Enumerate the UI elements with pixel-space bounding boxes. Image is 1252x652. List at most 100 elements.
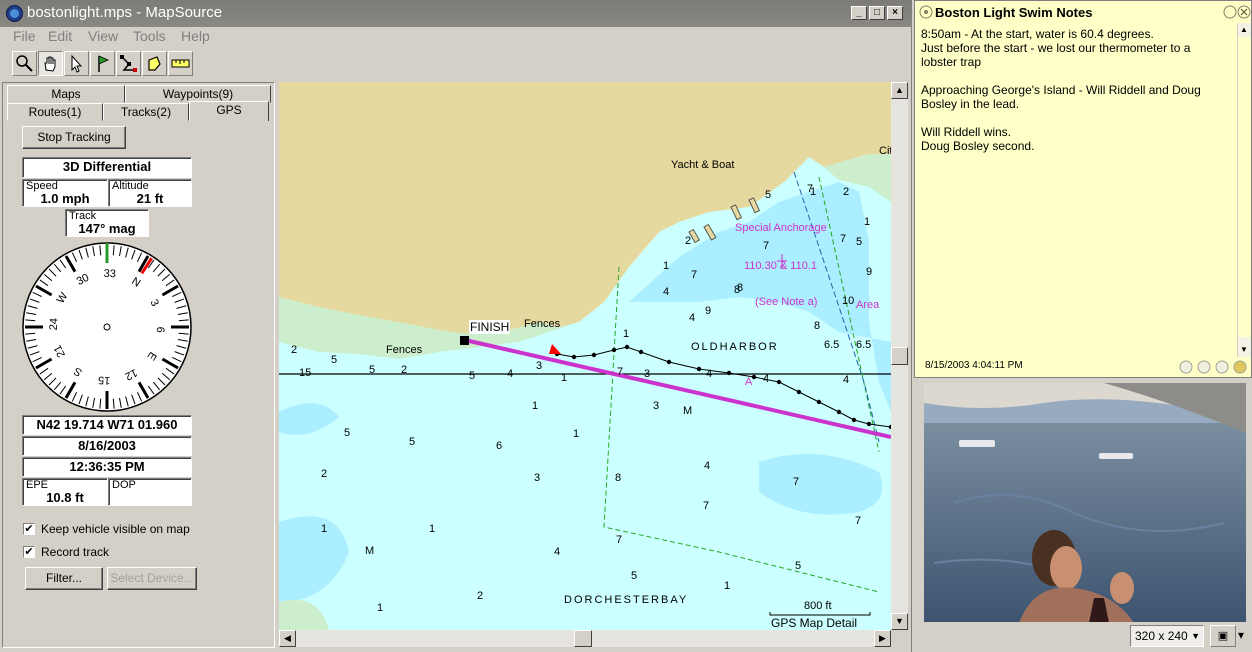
fix-status: 3D Differential bbox=[62, 159, 152, 174]
video-frame[interactable] bbox=[924, 383, 1246, 623]
video-menu-chevron-icon[interactable]: ▾ bbox=[1238, 628, 1244, 642]
record-track-checkbox[interactable]: ✔ bbox=[23, 546, 35, 558]
depth-sounding: 7 bbox=[793, 476, 800, 488]
close-button[interactable]: × bbox=[887, 6, 903, 20]
video-size-dropdown[interactable]: 320 x 240 ▼ bbox=[1130, 625, 1204, 647]
map-label-dorchester-bay: DORCHESTERBAY bbox=[564, 594, 689, 606]
track-point bbox=[591, 352, 597, 358]
map-horizontal-scrollbar[interactable]: ◀ ▶ bbox=[279, 630, 891, 647]
map-label-m-2: M bbox=[365, 545, 375, 557]
notes-title-bar[interactable]: Boston Light Swim Notes bbox=[915, 1, 1251, 23]
window-title: bostonlight.mps - MapSource bbox=[27, 4, 223, 21]
tab-maps[interactable]: Maps bbox=[7, 85, 125, 103]
depth-sounding: 5 bbox=[631, 570, 638, 582]
map-label-see-note: (See Note a) bbox=[755, 296, 818, 308]
arrow-cursor-icon bbox=[71, 54, 83, 73]
depth-sounding: 2 bbox=[321, 468, 328, 480]
scale-label: 800 ft bbox=[804, 600, 832, 612]
scroll-right-button[interactable]: ▶ bbox=[874, 630, 891, 647]
keep-visible-label: Keep vehicle visible on map bbox=[41, 522, 190, 536]
map-label-yacht: Yacht & Boat bbox=[671, 159, 735, 171]
time-value: 12:36:35 PM bbox=[69, 459, 145, 474]
tab-routes[interactable]: Routes(1) bbox=[7, 103, 103, 121]
depth-sounding: 8 bbox=[615, 472, 622, 484]
note-menu-icon[interactable] bbox=[1223, 5, 1237, 19]
ruler-icon bbox=[171, 59, 190, 68]
stop-tracking-button[interactable]: Stop Tracking bbox=[22, 126, 126, 149]
minimize-button[interactable]: _ bbox=[851, 6, 867, 20]
menu-file[interactable]: File bbox=[13, 28, 36, 44]
video-options-button[interactable]: ▣ bbox=[1210, 625, 1236, 647]
depth-sounding: 2 bbox=[843, 186, 850, 198]
menu-tools[interactable]: Tools bbox=[133, 28, 166, 44]
date-value: 8/16/2003 bbox=[78, 438, 136, 453]
maximize-button[interactable]: □ bbox=[869, 6, 885, 20]
chart-map-view[interactable]: Yacht & Boat Cit FINISH Fences Fences Sp… bbox=[279, 82, 891, 630]
depth-sounding: 7 bbox=[617, 366, 624, 378]
note-action-icons[interactable] bbox=[1179, 359, 1251, 375]
video-size-value: 320 x 240 bbox=[1135, 629, 1188, 643]
depth-sounding: 4 bbox=[763, 373, 770, 385]
map-label-special-anchorage: Special Anchorage bbox=[735, 222, 827, 234]
depth-sounding: 7 bbox=[691, 269, 698, 281]
notes-window: Boston Light Swim Notes 8:50am - At the … bbox=[914, 0, 1252, 378]
select-tool-button[interactable] bbox=[64, 51, 89, 76]
dop-box: DOP bbox=[108, 478, 192, 506]
depth-sounding: 2 bbox=[477, 590, 484, 602]
measure-tool-button[interactable] bbox=[168, 51, 193, 76]
tab-gps[interactable]: GPS bbox=[189, 101, 269, 121]
epe-value: 10.8 ft bbox=[46, 490, 84, 505]
altitude-value: 21 ft bbox=[136, 191, 164, 206]
route-tool-button[interactable] bbox=[116, 51, 141, 76]
depth-sounding: 5 bbox=[409, 436, 416, 448]
mapsource-window: bostonlight.mps - MapSource _ □ × File E… bbox=[0, 0, 912, 652]
track-box: Track 147° mag bbox=[65, 209, 149, 237]
depth-sounding: 4 bbox=[663, 286, 670, 298]
depth-sounding: 1 bbox=[724, 580, 731, 592]
menu-edit[interactable]: Edit bbox=[48, 28, 72, 44]
select-device-button[interactable]: Select Device... bbox=[107, 567, 197, 590]
depth-sounding: 3 bbox=[644, 368, 651, 380]
tab-tracks[interactable]: Tracks(2) bbox=[103, 103, 189, 121]
depth-sounding: 4 bbox=[554, 546, 561, 558]
mapsource-app-icon bbox=[6, 5, 23, 22]
depth-sounding: 7 bbox=[703, 500, 710, 512]
notes-scrollbar[interactable]: ▲ ▼ bbox=[1237, 23, 1251, 357]
menu-help[interactable]: Help bbox=[181, 28, 210, 44]
zoom-tool-button[interactable] bbox=[12, 51, 37, 76]
finish-waypoint-icon[interactable] bbox=[460, 336, 469, 345]
scroll-left-button[interactable]: ◀ bbox=[279, 630, 296, 647]
depth-sounding: 1 bbox=[429, 523, 436, 535]
filter-button[interactable]: Filter... bbox=[25, 567, 103, 590]
scroll-up-button[interactable]: ▲ bbox=[891, 82, 908, 99]
scroll-down-icon[interactable]: ▼ bbox=[1240, 345, 1248, 354]
track-point bbox=[776, 379, 782, 385]
depth-sounding: 4 bbox=[704, 460, 711, 472]
depth-sounding: 5 bbox=[795, 560, 802, 572]
depth-sounding: 3 bbox=[536, 360, 543, 372]
hand-tool-button[interactable] bbox=[38, 51, 63, 76]
close-icon[interactable] bbox=[1237, 5, 1251, 19]
menu-view[interactable]: View bbox=[88, 28, 118, 44]
track-point bbox=[611, 347, 617, 353]
map-vertical-scrollbar[interactable]: ▲ ▼ bbox=[891, 82, 908, 630]
waypoint-tool-button[interactable] bbox=[90, 51, 115, 76]
hand-icon bbox=[44, 56, 56, 72]
title-bar[interactable]: bostonlight.mps - MapSource _ □ × bbox=[0, 0, 912, 27]
keep-visible-checkbox[interactable]: ✔ bbox=[23, 523, 35, 535]
depth-sounding: 5 bbox=[469, 370, 476, 382]
scroll-down-button[interactable]: ▼ bbox=[891, 613, 908, 630]
area-tool-button[interactable] bbox=[142, 51, 167, 76]
scroll-up-icon[interactable]: ▲ bbox=[1240, 25, 1248, 34]
depth-sounding: 9 bbox=[705, 305, 712, 317]
depth-sounding: 9 bbox=[866, 266, 873, 278]
flag-icon bbox=[98, 55, 109, 72]
note-pin-icon bbox=[919, 5, 933, 19]
depth-sounding: 1 bbox=[321, 523, 328, 535]
vertical-scroll-thumb[interactable] bbox=[891, 347, 908, 365]
notes-scroll-track bbox=[1238, 37, 1251, 337]
notes-title: Boston Light Swim Notes bbox=[935, 5, 1093, 20]
horizontal-scroll-thumb[interactable] bbox=[574, 630, 592, 647]
fix-status-box: 3D Differential bbox=[22, 157, 192, 178]
notes-text[interactable]: 8:50am - At the start, water is 60.4 deg… bbox=[921, 27, 1221, 153]
